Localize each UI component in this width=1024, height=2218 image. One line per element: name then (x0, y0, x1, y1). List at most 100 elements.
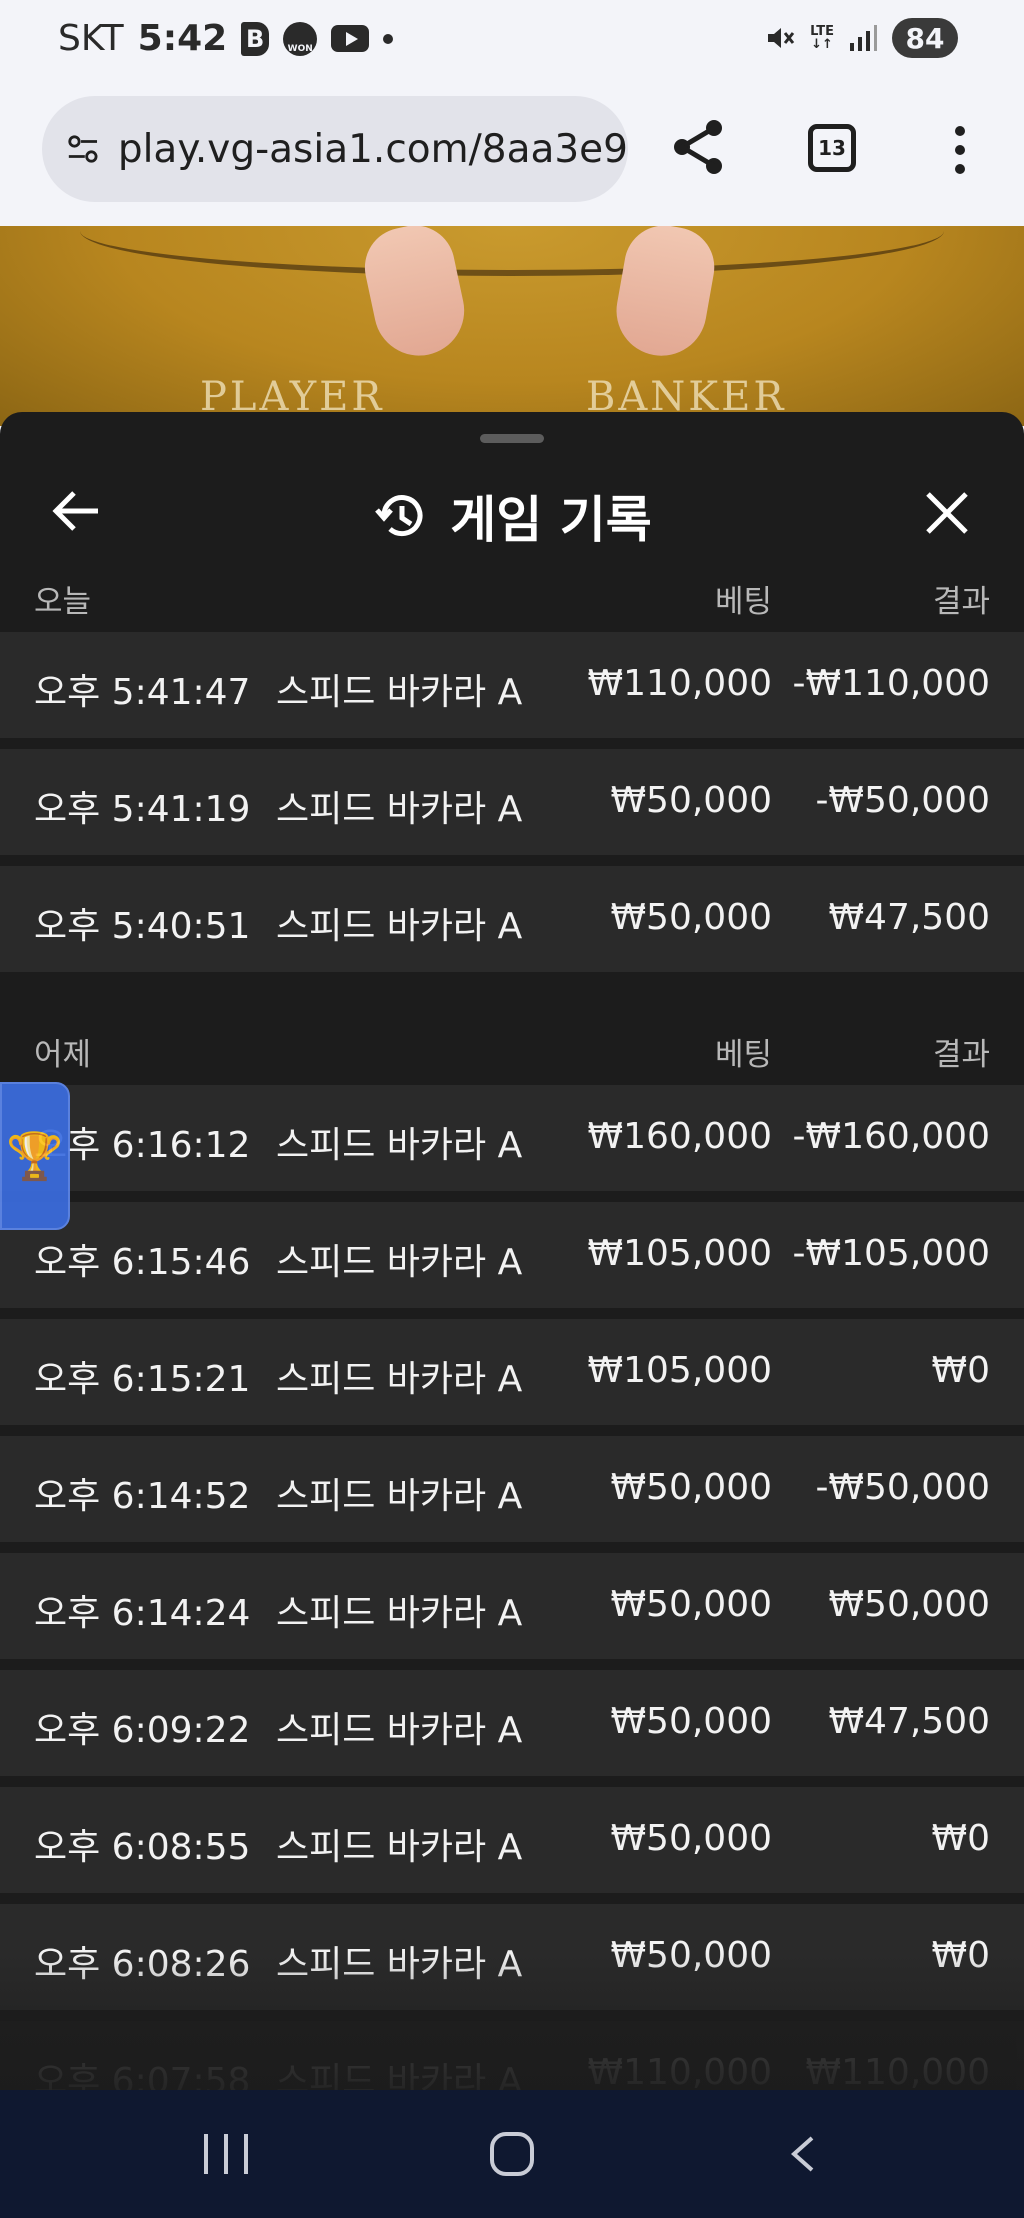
notification-dot-icon (383, 33, 394, 44)
lte-icon: LTE ↓↑ (810, 25, 834, 51)
row-bet: ₩50,000 (610, 897, 772, 938)
clock: 5:42 (137, 18, 228, 59)
recent-bar (224, 2134, 228, 2174)
title-group: 게임 기록 (0, 480, 1024, 552)
row-bet: ₩110,000 (587, 2052, 772, 2090)
close-icon[interactable] (920, 486, 974, 540)
row-time: 오후 6:07:58 (34, 2061, 251, 2090)
address-bar[interactable]: play.vg-asia1.com/8aa3e9 (42, 96, 628, 202)
row-bet: ₩105,000 (587, 1233, 772, 1274)
row-bet: ₩160,000 (587, 1116, 772, 1157)
row-time: 오후 6:15:46 (34, 1242, 251, 1283)
history-row[interactable]: 오후 5:41:19 스피드 바카라 A ₩50,000 -₩50,000 (0, 749, 1024, 855)
history-row[interactable]: 오후 6:16:12 스피드 바카라 A ₩160,000 -₩160,000 (0, 1085, 1024, 1191)
row-time: 오후 5:40:51 (34, 906, 251, 947)
panel-header: 게임 기록 (0, 452, 1024, 566)
recent-apps-icon[interactable] (204, 2134, 248, 2174)
menu-dot (955, 145, 965, 155)
row-game: 스피드 바카라 A (276, 1710, 523, 1751)
tab-switcher-button[interactable]: 13 (808, 124, 856, 172)
history-row[interactable]: 오후 6:07:58 스피드 바카라 A ₩110,000 ₩110,000 (0, 2021, 1024, 2090)
trophy-icon[interactable]: 🏆 (0, 1082, 70, 1230)
carrier-label: SKT (58, 18, 124, 59)
menu-dot (955, 164, 965, 174)
menu-dot (955, 126, 965, 136)
row-bet: ₩50,000 (610, 1701, 772, 1742)
row-time: 오후 6:08:26 (34, 1944, 251, 1985)
row-result: ₩47,500 (828, 1701, 990, 1742)
nav-back-icon[interactable] (784, 2134, 824, 2174)
row-result: ₩110,000 (805, 2052, 990, 2090)
row-bet: ₩110,000 (587, 663, 772, 704)
row-game: 스피드 바카라 A (276, 789, 523, 830)
row-time: 오후 6:08:55 (34, 1827, 251, 1868)
row-result: -₩50,000 (815, 1467, 990, 1508)
column-header-result: 결과 (932, 584, 990, 620)
section-header-yesterday: 어제 베팅 결과 (0, 1013, 1024, 1083)
row-game: 스피드 바카라 A (276, 672, 523, 713)
data-arrows: ↓↑ (811, 37, 833, 52)
column-header-bet: 베팅 (714, 584, 772, 620)
history-row[interactable]: 오후 6:14:52 스피드 바카라 A ₩50,000 -₩50,000 (0, 1436, 1024, 1542)
row-result: ₩0 (931, 1350, 991, 1391)
row-result: -₩50,000 (815, 780, 990, 821)
row-game: 스피드 바카라 A (276, 1944, 523, 1985)
mute-icon (768, 28, 795, 48)
overflow-menu-icon[interactable] (940, 122, 980, 178)
row-result: -₩110,000 (792, 663, 990, 704)
row-bet: ₩50,000 (610, 1467, 772, 1508)
history-icon (375, 495, 423, 537)
row-game: 스피드 바카라 A (276, 906, 523, 947)
section-label: 오늘 (34, 584, 92, 620)
recent-bar (244, 2134, 248, 2174)
history-row[interactable]: 오후 6:08:26 스피드 바카라 A ₩50,000 ₩0 (0, 1904, 1024, 2010)
row-game: 스피드 바카라 A (276, 1827, 523, 1868)
row-result: ₩0 (931, 1935, 991, 1976)
drag-handle[interactable] (480, 434, 544, 443)
table-edge (80, 226, 944, 276)
row-bet: ₩50,000 (610, 1818, 772, 1859)
row-result: -₩105,000 (792, 1233, 990, 1274)
system-nav-bar (0, 2090, 1024, 2218)
row-time: 오후 5:41:19 (34, 789, 251, 830)
status-left: SKT 5:42 B WON (58, 18, 394, 59)
site-settings-icon[interactable] (66, 131, 100, 167)
row-game: 스피드 바카라 A (276, 1359, 523, 1400)
history-row[interactable]: 오후 5:41:47 스피드 바카라 A ₩110,000 -₩110,000 (0, 632, 1024, 738)
battery-indicator: 84 (892, 18, 958, 58)
url-text[interactable]: play.vg-asia1.com/8aa3e9 (118, 127, 628, 172)
row-game: 스피드 바카라 A (276, 1593, 523, 1634)
history-row[interactable]: 오후 6:14:24 스피드 바카라 A ₩50,000 ₩50,000 (0, 1553, 1024, 1659)
row-game: 스피드 바카라 A (276, 1242, 523, 1283)
history-row[interactable]: 오후 6:15:21 스피드 바카라 A ₩105,000 ₩0 (0, 1319, 1024, 1425)
panel-title: 게임 기록 (450, 491, 652, 549)
history-row[interactable]: 오후 6:15:46 스피드 바카라 A ₩105,000 -₩105,000 (0, 1202, 1024, 1308)
row-bet: ₩105,000 (587, 1350, 772, 1391)
browser-toolbar: play.vg-asia1.com/8aa3e9 13 (0, 80, 1024, 226)
row-time: 오후 6:09:22 (34, 1710, 251, 1751)
recent-bar (204, 2134, 208, 2174)
history-row[interactable]: 오후 6:08:55 스피드 바카라 A ₩50,000 ₩0 (0, 1787, 1024, 1893)
live-game-view: PLAYER BANKER (0, 226, 1024, 426)
share-icon[interactable] (668, 116, 730, 178)
row-game: 스피드 바카라 A (276, 1125, 523, 1166)
status-right: LTE ↓↑ 84 (764, 18, 958, 58)
history-row[interactable]: 오후 5:40:51 스피드 바카라 A ₩50,000 ₩47,500 (0, 866, 1024, 972)
section-label: 어제 (34, 1037, 92, 1073)
row-game: 스피드 바카라 A (276, 2061, 523, 2090)
column-header-bet: 베팅 (714, 1037, 772, 1073)
row-result: -₩160,000 (792, 1116, 990, 1157)
row-game: 스피드 바카라 A (276, 1476, 523, 1517)
won-app-icon: WON (283, 21, 318, 56)
youtube-icon (331, 25, 370, 52)
history-row[interactable]: 오후 6:09:22 스피드 바카라 A ₩50,000 ₩47,500 (0, 1670, 1024, 1776)
row-result: ₩0 (931, 1818, 991, 1859)
game-history-panel: 게임 기록 오늘 베팅 결과 오후 5:41:47 스피드 바카라 A ₩110… (0, 412, 1024, 2090)
home-icon[interactable] (490, 2132, 534, 2176)
status-bar: SKT 5:42 B WON LTE ↓↑ 84 (0, 0, 1024, 80)
row-time: 오후 5:41:47 (34, 672, 251, 713)
column-header-result: 결과 (932, 1037, 990, 1073)
row-bet: ₩50,000 (610, 780, 772, 821)
b-app-icon: B (241, 21, 270, 56)
row-result: ₩50,000 (828, 1584, 990, 1625)
